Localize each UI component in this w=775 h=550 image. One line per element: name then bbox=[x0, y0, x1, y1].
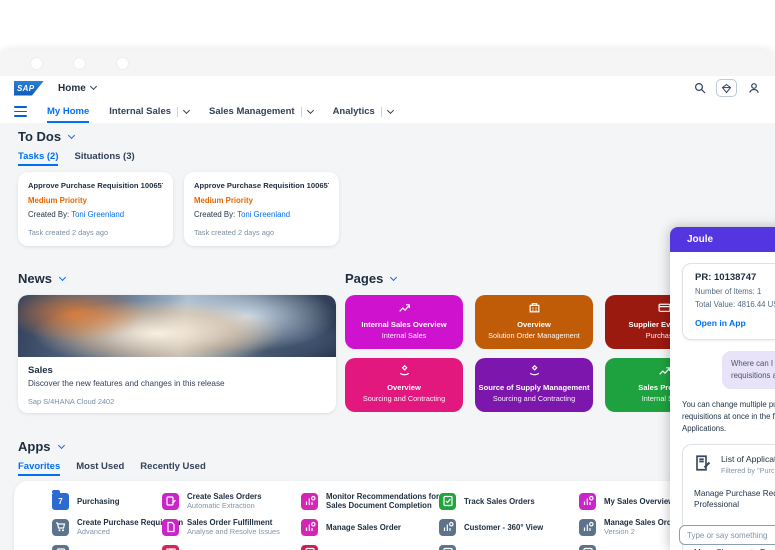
joule-title: Joule bbox=[687, 234, 713, 245]
tile-internal-sales-overview[interactable]: Internal Sales Overview Internal Sales bbox=[345, 295, 463, 349]
tile-source-of-supply[interactable]: Source of Supply Management Sourcing and… bbox=[475, 358, 593, 412]
open-in-app-link[interactable]: Open in App bbox=[695, 318, 746, 328]
app-item-sales-order-fulfillment[interactable]: Sales Order Fulfillment Analyse and Reso… bbox=[162, 514, 280, 540]
screen: SAP Home My Home bbox=[0, 0, 775, 550]
document-icon bbox=[162, 519, 179, 536]
tab-most-used[interactable]: Most Used bbox=[76, 461, 124, 476]
chevron-down-icon bbox=[59, 273, 66, 280]
tab-tasks[interactable]: Tasks (2) bbox=[18, 151, 58, 166]
sales-chart-icon bbox=[398, 301, 411, 314]
joule-app-link-manage-pr[interactable]: Manage Purchase Requisitio Professional bbox=[694, 488, 775, 510]
app-item-manage-sales-order[interactable]: Manage Sales Order bbox=[301, 514, 448, 540]
search-icon[interactable] bbox=[692, 81, 707, 96]
chart-badge-icon bbox=[579, 519, 596, 536]
form-check-icon bbox=[439, 493, 456, 510]
joule-pr-card[interactable]: PR: 10138747 Number of Items: 1 Total Va… bbox=[682, 263, 775, 340]
chevron-down-icon[interactable] bbox=[387, 106, 394, 113]
task-card-list: Approve Purchase Requisition 10065798 00… bbox=[18, 172, 757, 246]
apps-heading[interactable]: Apps bbox=[18, 439, 757, 454]
billing-doc-icon: $ bbox=[579, 545, 596, 550]
window-control-maximize[interactable] bbox=[116, 57, 129, 70]
tile-overview-sourcing[interactable]: Overview Sourcing and Contracting bbox=[345, 358, 463, 412]
folder-icon: 7 bbox=[52, 493, 69, 510]
window-control-minimize[interactable] bbox=[73, 57, 86, 70]
chevron-down-icon bbox=[390, 273, 397, 280]
doc-chart-icon bbox=[301, 545, 318, 550]
nav-tab-my-home[interactable]: My Home bbox=[47, 100, 89, 123]
task-card[interactable]: Approve Purchase Requisition 10065797 00… bbox=[184, 172, 339, 246]
apps-panel: 7 Purchasing Create Purchase Requisition… bbox=[14, 481, 760, 550]
joule-input[interactable] bbox=[679, 525, 775, 545]
news-heading[interactable]: News bbox=[18, 271, 336, 286]
app-item-track-sales-orders[interactable]: Track Sales Orders bbox=[439, 488, 571, 514]
app-item-monitor-recommendations[interactable]: Monitor Recommendations for Sales Docume… bbox=[301, 488, 448, 514]
shell-header: SAP Home bbox=[0, 76, 775, 100]
page-navbar: My Home Internal Sales Sales Management … bbox=[0, 100, 775, 123]
chevron-down-icon bbox=[90, 83, 97, 90]
browser-window: SAP Home My Home bbox=[0, 50, 775, 550]
nav-tab-analytics[interactable]: Analytics bbox=[333, 100, 393, 123]
created-by-link[interactable]: Toni Greenland bbox=[237, 210, 290, 219]
app-item-sales-management-overview[interactable]: Sales Management Overview bbox=[439, 540, 571, 550]
chart-badge-icon bbox=[301, 519, 318, 536]
chevron-down-icon bbox=[57, 441, 64, 448]
org-building-icon bbox=[528, 301, 541, 314]
nav-tab-sales-management[interactable]: Sales Management bbox=[209, 100, 313, 123]
nav-tab-internal-sales[interactable]: Internal Sales bbox=[109, 100, 189, 123]
chart-badge-icon bbox=[301, 493, 318, 510]
chevron-down-icon[interactable] bbox=[307, 106, 314, 113]
app-item-procurement-overview[interactable]: Procurement Overview bbox=[301, 540, 448, 550]
ledger-icon bbox=[52, 545, 69, 550]
grid-chart-icon bbox=[162, 545, 179, 550]
chevron-down-icon[interactable] bbox=[183, 106, 190, 113]
sales-chart-icon bbox=[658, 364, 671, 377]
joule-diamond-button[interactable] bbox=[716, 79, 737, 97]
user-avatar-icon[interactable] bbox=[746, 81, 761, 96]
credit-card-icon bbox=[658, 301, 671, 314]
joule-panel-header[interactable]: Joule bbox=[670, 227, 775, 252]
tab-recently-used[interactable]: Recently Used bbox=[140, 461, 205, 476]
sap-logo: SAP bbox=[14, 81, 44, 96]
todos-heading[interactable]: To Dos bbox=[18, 129, 757, 144]
priority-badge: Medium Priority bbox=[194, 196, 329, 205]
tab-favorites[interactable]: Favorites bbox=[18, 461, 60, 476]
news-card[interactable]: Sales Discover the new features and chan… bbox=[18, 295, 336, 413]
joule-user-message: Where can I cha requisitions at o bbox=[722, 351, 775, 389]
window-control-close[interactable] bbox=[30, 57, 43, 70]
form-pencil-icon bbox=[162, 493, 179, 510]
joule-assistant-message: You can change multiple purcha requisiti… bbox=[682, 399, 775, 435]
list-edit-icon bbox=[694, 454, 712, 472]
home-menu-label: Home bbox=[58, 83, 86, 94]
window-titlebar bbox=[0, 50, 775, 76]
task-card[interactable]: Approve Purchase Requisition 10065798 00… bbox=[18, 172, 173, 246]
chart-badge-icon bbox=[579, 493, 596, 510]
news-image bbox=[18, 295, 336, 357]
tile-overview-solution-order[interactable]: Overview Solution Order Management bbox=[475, 295, 593, 349]
cart-icon bbox=[52, 519, 69, 536]
tab-situations[interactable]: Situations (3) bbox=[74, 151, 134, 166]
created-by-link[interactable]: Toni Greenland bbox=[71, 210, 124, 219]
home-content: To Dos Tasks (2) Situations (3) Approve … bbox=[0, 123, 775, 550]
home-menu[interactable]: Home bbox=[58, 83, 96, 94]
app-item-create-sales-orders[interactable]: Create Sales Orders Automatic Extraction bbox=[162, 488, 280, 514]
joule-panel: Joule PR: 10138747 Number of Items: 1 To… bbox=[670, 227, 775, 550]
todos-tabs: Tasks (2) Situations (3) bbox=[18, 151, 757, 166]
chevron-down-icon bbox=[68, 131, 75, 138]
hamburger-menu-icon[interactable] bbox=[14, 106, 27, 116]
sourcing-hand-icon bbox=[528, 364, 541, 377]
app-item-monitor-settlement[interactable]: Monitor Settlement bbox=[162, 540, 280, 550]
apps-tabs: Favorites Most Used Recently Used bbox=[18, 461, 757, 476]
chart-badge-icon bbox=[439, 519, 456, 536]
priority-badge: Medium Priority bbox=[28, 196, 163, 205]
app-item-customer-360-view[interactable]: Customer - 360° View bbox=[439, 514, 571, 540]
sourcing-hand-icon bbox=[398, 364, 411, 377]
doc-chart-icon bbox=[439, 545, 456, 550]
